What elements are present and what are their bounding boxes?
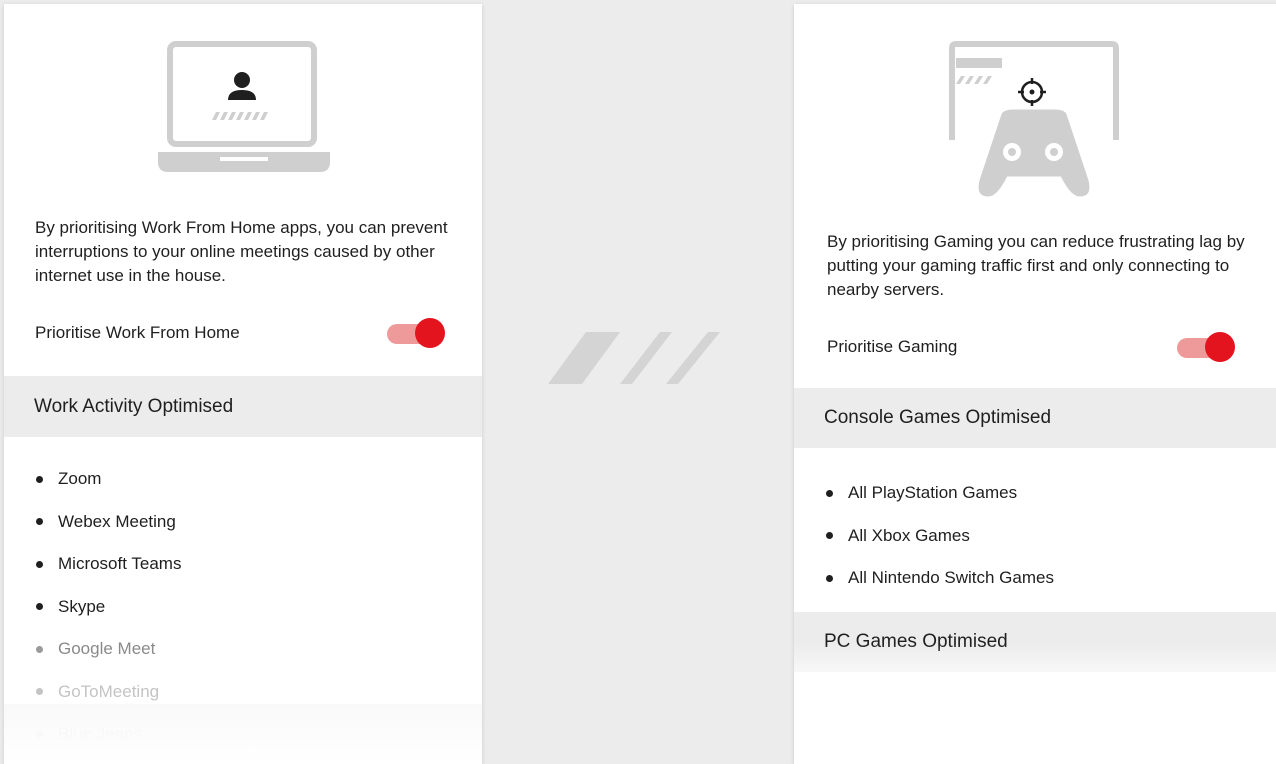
list-item: Blue Jeans	[36, 713, 181, 756]
app-name: Microsoft Teams	[58, 554, 182, 574]
list-item: Webex Meeting	[36, 501, 181, 544]
section-title: Work Activity Optimised	[34, 395, 234, 417]
console-games-list: All PlayStation Games All Xbox Games All…	[826, 472, 1054, 600]
gaming-toggle-switch[interactable]	[1177, 332, 1235, 362]
bullet-icon	[36, 603, 43, 611]
bullet-icon	[36, 560, 43, 568]
work-from-home-card: By prioritising Work From Home apps, you…	[4, 4, 482, 764]
bullet-icon	[36, 730, 43, 738]
game-name: All PlayStation Games	[848, 483, 1018, 503]
list-item: All PlayStation Games	[826, 472, 1054, 515]
wfh-toggle-switch[interactable]	[387, 318, 445, 348]
section-title: Console Games Optimised	[824, 407, 1052, 428]
toggle-knob	[1205, 332, 1235, 362]
list-item: Skype	[36, 586, 181, 629]
wfh-app-list: Zoom Webex Meeting Microsoft Teams Skype…	[36, 458, 181, 756]
pc-games-section-header: PC Games Optimised	[794, 612, 1276, 672]
gamepad-with-crosshair-icon	[942, 40, 1126, 204]
laptop-with-person-icon	[154, 40, 334, 180]
game-name: All Xbox Games	[848, 525, 970, 545]
app-name: Blue Jeans	[58, 724, 143, 744]
list-item: Zoom	[36, 458, 181, 501]
bullet-icon	[36, 518, 43, 526]
section-title: PC Games Optimised	[824, 631, 1008, 652]
wfh-description: By prioritising Work From Home apps, you…	[35, 218, 448, 285]
app-name: Google Meet	[58, 639, 156, 659]
list-item: Microsoft Teams	[36, 543, 181, 586]
list-item: All Nintendo Switch Games	[826, 557, 1054, 600]
bullet-icon	[36, 688, 43, 696]
app-name: Webex Meeting	[58, 511, 176, 531]
work-activity-section-header: Work Activity Optimised	[4, 376, 482, 437]
wfh-toggle-label: Prioritise Work From Home	[35, 323, 240, 342]
bullet-icon	[826, 489, 833, 497]
console-games-section-header: Console Games Optimised	[794, 388, 1276, 448]
bullet-icon	[826, 532, 833, 540]
app-name: Zoom	[58, 469, 102, 489]
gaming-card: By prioritising Gaming you can reduce fr…	[794, 4, 1276, 764]
slashes-graphic	[548, 330, 722, 386]
wfh-toggle-row: Prioritise Work From Home	[35, 318, 445, 348]
gaming-description: By prioritising Gaming you can reduce fr…	[827, 232, 1245, 299]
list-item: Google Meet	[36, 628, 181, 671]
toggle-knob	[415, 318, 445, 348]
bullet-icon	[36, 475, 43, 483]
list-item: GoToMeeting	[36, 671, 181, 714]
bullet-icon	[36, 645, 43, 653]
app-name: Skype	[58, 596, 106, 616]
game-name: All Nintendo Switch Games	[848, 568, 1054, 588]
bullet-icon	[826, 574, 833, 582]
list-item: All Xbox Games	[826, 515, 1054, 558]
app-name: GoToMeeting	[58, 681, 160, 701]
gaming-toggle-label: Prioritise Gaming	[827, 337, 958, 356]
gaming-toggle-row: Prioritise Gaming	[827, 332, 1235, 362]
